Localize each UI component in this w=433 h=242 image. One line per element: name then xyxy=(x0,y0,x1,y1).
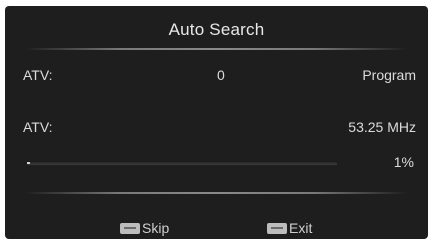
atv-frequency-label: ATV: xyxy=(23,119,53,135)
dialog-title: Auto Search xyxy=(168,20,265,39)
title-divider xyxy=(25,48,408,50)
program-label: Program xyxy=(362,67,416,83)
search-progress-percent: 1% xyxy=(393,154,414,170)
search-progress-bar xyxy=(27,161,337,165)
menu-key-icon xyxy=(120,222,140,234)
auto-search-dialog: Auto Search ATV: 0 Program ATV: 53.25 MH… xyxy=(5,6,428,239)
atv-frequency-value: 53.25 MHz xyxy=(348,119,416,135)
search-progress-fill xyxy=(27,162,31,164)
exit-label: Exit xyxy=(289,220,313,236)
atv-count-value: 0 xyxy=(217,67,225,83)
exit-key-icon xyxy=(267,222,287,234)
skip-button[interactable]: Skip xyxy=(120,220,169,236)
exit-button[interactable]: Exit xyxy=(267,220,312,236)
skip-label: Skip xyxy=(142,220,170,236)
atv-count-label: ATV: xyxy=(23,67,53,83)
footer-divider xyxy=(25,192,408,194)
